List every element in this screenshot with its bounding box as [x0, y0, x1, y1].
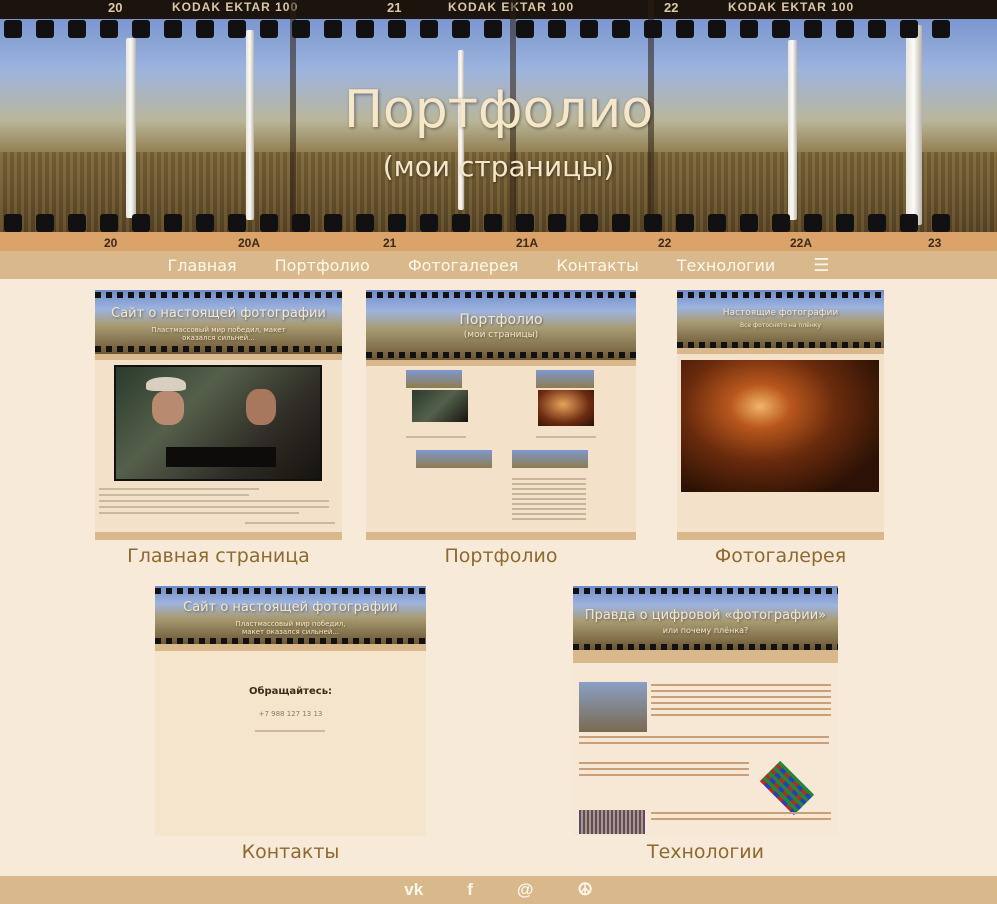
film-frame-number: 20: [108, 0, 123, 15]
contact-heading: Обращайтесь:: [248, 686, 333, 697]
footer: vk f @ ☮: [0, 876, 997, 904]
page-title: Портфолио: [343, 80, 654, 140]
thumb-title: Портфолио: [459, 312, 543, 328]
film-brand-label: KODAK EKTAR 100: [172, 0, 299, 14]
main-nav: Главная Портфолио Фотогалерея Контакты Т…: [0, 251, 997, 279]
thumb-title: Правда о цифровой «фотографии»: [584, 608, 827, 623]
film-perforations-bottom: [0, 214, 997, 232]
film-frame-number: 20A: [238, 236, 261, 250]
card-technologies-caption[interactable]: Технологии: [573, 841, 838, 863]
hamburger-icon[interactable]: ☰: [813, 255, 829, 276]
bayer-matrix-diagram: [759, 760, 815, 816]
film-still-image: [114, 365, 322, 481]
card-portfolio-caption[interactable]: Портфолио: [366, 545, 636, 567]
thumb-title: Сайт о настоящей фотографии: [183, 600, 398, 615]
header-banner: KODAK EKTAR 100 KODAK EKTAR 100 KODAK EK…: [0, 0, 997, 251]
nav-item-gallery[interactable]: Фотогалерея: [408, 256, 519, 275]
card-contacts-caption[interactable]: Контакты: [155, 841, 426, 863]
film-frame-number: 23: [928, 236, 942, 250]
nav-item-technologies[interactable]: Технологии: [677, 256, 776, 275]
page-subtitle: (мои страницы): [382, 150, 615, 183]
mail-icon[interactable]: @: [517, 880, 534, 900]
thumb-subtitle: Пластмассовый мир победил, макет оказалс…: [151, 326, 286, 342]
vk-icon[interactable]: vk: [404, 880, 423, 900]
facebook-icon[interactable]: f: [467, 880, 473, 900]
contact-phone: +7 988 127 13 13: [258, 710, 323, 718]
film-brand-label: KODAK EKTAR 100: [728, 0, 855, 14]
card-contacts-thumbnail[interactable]: Сайт о настоящей фотографии Пластмассовы…: [155, 586, 426, 836]
card-home-caption[interactable]: Главная страница: [95, 545, 342, 567]
thumb-subtitle: или почему плёнка?: [662, 626, 749, 635]
film-frame-number: 22A: [790, 236, 813, 250]
card-gallery-caption[interactable]: Фотогалерея: [677, 545, 884, 567]
card-gallery-thumbnail[interactable]: Настоящие фотографии Все фотоснято на пл…: [677, 290, 884, 540]
film-frame-number: 21A: [516, 236, 539, 250]
film-frame-number: 22: [658, 236, 672, 250]
thumb-subtitle: Все фотоснято на плёнку: [740, 322, 821, 329]
nav-item-home[interactable]: Главная: [168, 256, 237, 275]
film-frame-number: 20: [104, 236, 118, 250]
thumb-title: Настоящие фотографии: [722, 308, 839, 318]
nav-item-contacts[interactable]: Контакты: [556, 256, 638, 275]
thumb-subtitle: Пластмассовый мир победил, макет оказалс…: [235, 620, 346, 636]
card-home-thumbnail[interactable]: Сайт о настоящей фотографии Пластмассовы…: [95, 290, 342, 540]
peace-icon[interactable]: ☮: [577, 880, 592, 900]
card-portfolio-thumbnail[interactable]: Портфолио (мои страницы): [366, 290, 636, 540]
film-frame-number: 21: [387, 0, 402, 15]
gallery-sunset-photo: [681, 360, 879, 492]
card-technologies-thumbnail[interactable]: Правда о цифровой «фотографии» или почем…: [573, 586, 838, 836]
film-frame-number: 22: [664, 0, 679, 15]
film-strip-bottom: [0, 232, 997, 251]
nav-item-portfolio[interactable]: Портфолио: [275, 256, 370, 275]
film-frame-number: 21: [383, 236, 397, 250]
thumb-title: Сайт о настоящей фотографии: [111, 306, 326, 321]
thumb-subtitle: (мои страницы): [463, 330, 539, 340]
film-perforations-top: [0, 20, 997, 38]
